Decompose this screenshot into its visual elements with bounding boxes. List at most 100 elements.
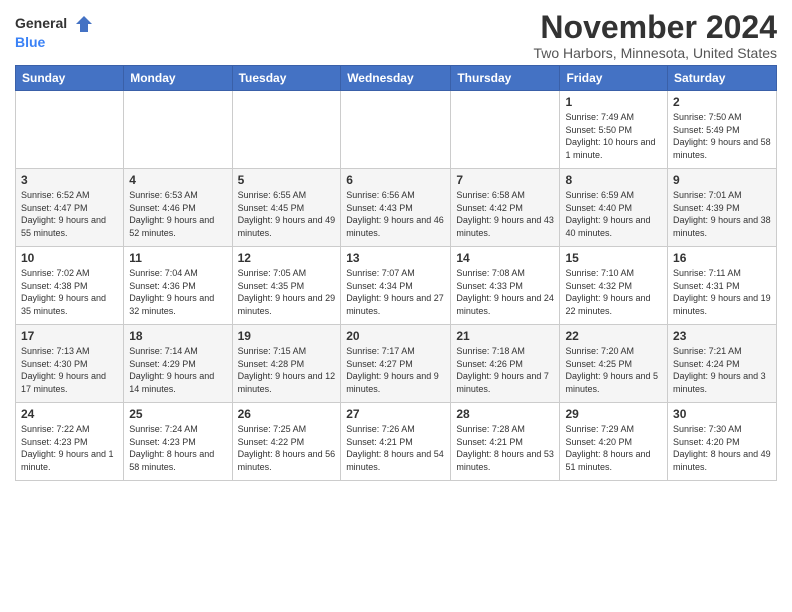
day-info: Sunrise: 7:10 AMSunset: 4:32 PMDaylight:…: [565, 267, 662, 317]
calendar-cell: 6 Sunrise: 6:56 AMSunset: 4:43 PMDaylight…: [341, 169, 451, 247]
day-number: 7: [456, 173, 554, 187]
day-info: Sunrise: 6:56 AMSunset: 4:43 PMDaylight:…: [346, 189, 445, 239]
calendar-cell: 30 Sunrise: 7:30 AMSunset: 4:20 PMDayligh…: [668, 403, 777, 481]
calendar-cell: 15 Sunrise: 7:10 AMSunset: 4:32 PMDayligh…: [560, 247, 668, 325]
calendar-week-5: 24 Sunrise: 7:22 AMSunset: 4:23 PMDayligh…: [16, 403, 777, 481]
calendar-cell: 16 Sunrise: 7:11 AMSunset: 4:31 PMDayligh…: [668, 247, 777, 325]
day-number: 28: [456, 407, 554, 421]
day-number: 11: [129, 251, 226, 265]
calendar-cell: [341, 91, 451, 169]
day-info: Sunrise: 6:53 AMSunset: 4:46 PMDaylight:…: [129, 189, 226, 239]
calendar-cell: 8Sunrise: 6:59 AMSunset: 4:40 PMDaylight…: [560, 169, 668, 247]
calendar-cell: 22 Sunrise: 7:20 AMSunset: 4:25 PMDayligh…: [560, 325, 668, 403]
calendar-cell: 7 Sunrise: 6:58 AMSunset: 4:42 PMDaylight…: [451, 169, 560, 247]
day-info: Sunrise: 7:01 AMSunset: 4:39 PMDaylight:…: [673, 189, 771, 239]
day-number: 6: [346, 173, 445, 187]
day-number: 29: [565, 407, 662, 421]
day-number: 14: [456, 251, 554, 265]
day-number: 9: [673, 173, 771, 187]
calendar-cell: [16, 91, 124, 169]
day-number: 23: [673, 329, 771, 343]
day-number: 10: [21, 251, 118, 265]
day-info: Sunrise: 7:28 AMSunset: 4:21 PMDaylight:…: [456, 423, 554, 473]
day-info: Sunrise: 7:14 AMSunset: 4:29 PMDaylight:…: [129, 345, 226, 395]
day-number: 17: [21, 329, 118, 343]
day-info: Sunrise: 7:30 AMSunset: 4:20 PMDaylight:…: [673, 423, 771, 473]
calendar-cell: 17 Sunrise: 7:13 AMSunset: 4:30 PMDayligh…: [16, 325, 124, 403]
day-number: 18: [129, 329, 226, 343]
day-info: Sunrise: 7:17 AMSunset: 4:27 PMDaylight:…: [346, 345, 445, 395]
calendar-cell: 5 Sunrise: 6:55 AMSunset: 4:45 PMDaylight…: [232, 169, 341, 247]
day-info: Sunrise: 7:24 AMSunset: 4:23 PMDaylight:…: [129, 423, 226, 473]
calendar-cell: 21 Sunrise: 7:18 AMSunset: 4:26 PMDayligh…: [451, 325, 560, 403]
day-info: Sunrise: 7:50 AMSunset: 5:49 PMDaylight:…: [673, 111, 771, 161]
calendar-cell: 26 Sunrise: 7:25 AMSunset: 4:22 PMDayligh…: [232, 403, 341, 481]
day-number: 19: [238, 329, 336, 343]
day-number: 21: [456, 329, 554, 343]
calendar-cell: 28 Sunrise: 7:28 AMSunset: 4:21 PMDayligh…: [451, 403, 560, 481]
page-container: General Blue November 2024 Two Harbors, …: [0, 0, 792, 486]
location: Two Harbors, Minnesota, United States: [533, 45, 777, 61]
calendar-cell: 3Sunrise: 6:52 AMSunset: 4:47 PMDaylight…: [16, 169, 124, 247]
day-number: 30: [673, 407, 771, 421]
calendar-body: 1 Sunrise: 7:49 AMSunset: 5:50 PMDaylight…: [16, 91, 777, 481]
day-number: 2: [673, 95, 771, 109]
logo: General Blue: [15, 14, 94, 52]
logo-text: General Blue: [15, 14, 94, 52]
day-info: Sunrise: 7:25 AMSunset: 4:22 PMDaylight:…: [238, 423, 336, 473]
calendar-cell: 29 Sunrise: 7:29 AMSunset: 4:20 PMDayligh…: [560, 403, 668, 481]
day-number: 15: [565, 251, 662, 265]
day-info: Sunrise: 7:04 AMSunset: 4:36 PMDaylight:…: [129, 267, 226, 317]
day-number: 13: [346, 251, 445, 265]
day-number: 22: [565, 329, 662, 343]
day-info: Sunrise: 7:21 AMSunset: 4:24 PMDaylight:…: [673, 345, 771, 395]
logo-general: General: [15, 14, 94, 34]
calendar-cell: 12Sunrise: 7:05 AMSunset: 4:35 PMDayligh…: [232, 247, 341, 325]
day-info: Sunrise: 7:08 AMSunset: 4:33 PMDaylight:…: [456, 267, 554, 317]
day-number: 1: [565, 95, 662, 109]
col-monday: Monday: [124, 66, 232, 91]
calendar-cell: 27 Sunrise: 7:26 AMSunset: 4:21 PMDayligh…: [341, 403, 451, 481]
day-number: 20: [346, 329, 445, 343]
col-sunday: Sunday: [16, 66, 124, 91]
calendar-cell: [124, 91, 232, 169]
col-thursday: Thursday: [451, 66, 560, 91]
day-number: 24: [21, 407, 118, 421]
day-info: Sunrise: 7:26 AMSunset: 4:21 PMDaylight:…: [346, 423, 445, 473]
calendar-cell: 25Sunrise: 7:24 AMSunset: 4:23 PMDayligh…: [124, 403, 232, 481]
day-info: Sunrise: 7:11 AMSunset: 4:31 PMDaylight:…: [673, 267, 771, 317]
calendar-cell: 13 Sunrise: 7:07 AMSunset: 4:34 PMDayligh…: [341, 247, 451, 325]
day-number: 27: [346, 407, 445, 421]
calendar-cell: 2 Sunrise: 7:50 AMSunset: 5:49 PMDaylight…: [668, 91, 777, 169]
day-info: Sunrise: 7:05 AMSunset: 4:35 PMDaylight:…: [238, 267, 336, 317]
col-saturday: Saturday: [668, 66, 777, 91]
day-info: Sunrise: 6:58 AMSunset: 4:42 PMDaylight:…: [456, 189, 554, 239]
day-number: 16: [673, 251, 771, 265]
day-info: Sunrise: 7:13 AMSunset: 4:30 PMDaylight:…: [21, 345, 118, 395]
day-info: Sunrise: 6:52 AMSunset: 4:47 PMDaylight:…: [21, 189, 118, 239]
day-info: Sunrise: 7:29 AMSunset: 4:20 PMDaylight:…: [565, 423, 662, 473]
day-number: 5: [238, 173, 336, 187]
calendar-header-row: Sunday Monday Tuesday Wednesday Thursday…: [16, 66, 777, 91]
title-section: November 2024 Two Harbors, Minnesota, Un…: [533, 10, 777, 61]
calendar-table: Sunday Monday Tuesday Wednesday Thursday…: [15, 65, 777, 481]
calendar-cell: 1 Sunrise: 7:49 AMSunset: 5:50 PMDaylight…: [560, 91, 668, 169]
day-info: Sunrise: 7:22 AMSunset: 4:23 PMDaylight:…: [21, 423, 118, 473]
day-info: Sunrise: 7:20 AMSunset: 4:25 PMDaylight:…: [565, 345, 662, 395]
day-info: Sunrise: 7:18 AMSunset: 4:26 PMDaylight:…: [456, 345, 554, 395]
day-info: Sunrise: 6:55 AMSunset: 4:45 PMDaylight:…: [238, 189, 336, 239]
day-info: Sunrise: 7:49 AMSunset: 5:50 PMDaylight:…: [565, 111, 662, 161]
day-number: 26: [238, 407, 336, 421]
calendar-cell: 18 Sunrise: 7:14 AMSunset: 4:29 PMDayligh…: [124, 325, 232, 403]
day-info: Sunrise: 7:07 AMSunset: 4:34 PMDaylight:…: [346, 267, 445, 317]
calendar-week-1: 1 Sunrise: 7:49 AMSunset: 5:50 PMDaylight…: [16, 91, 777, 169]
calendar-cell: 24 Sunrise: 7:22 AMSunset: 4:23 PMDayligh…: [16, 403, 124, 481]
calendar-week-2: 3Sunrise: 6:52 AMSunset: 4:47 PMDaylight…: [16, 169, 777, 247]
calendar-cell: [232, 91, 341, 169]
calendar-cell: 11 Sunrise: 7:04 AMSunset: 4:36 PMDayligh…: [124, 247, 232, 325]
col-tuesday: Tuesday: [232, 66, 341, 91]
col-friday: Friday: [560, 66, 668, 91]
day-number: 8: [565, 173, 662, 187]
header: General Blue November 2024 Two Harbors, …: [15, 10, 777, 61]
calendar-cell: 9 Sunrise: 7:01 AMSunset: 4:39 PMDaylight…: [668, 169, 777, 247]
